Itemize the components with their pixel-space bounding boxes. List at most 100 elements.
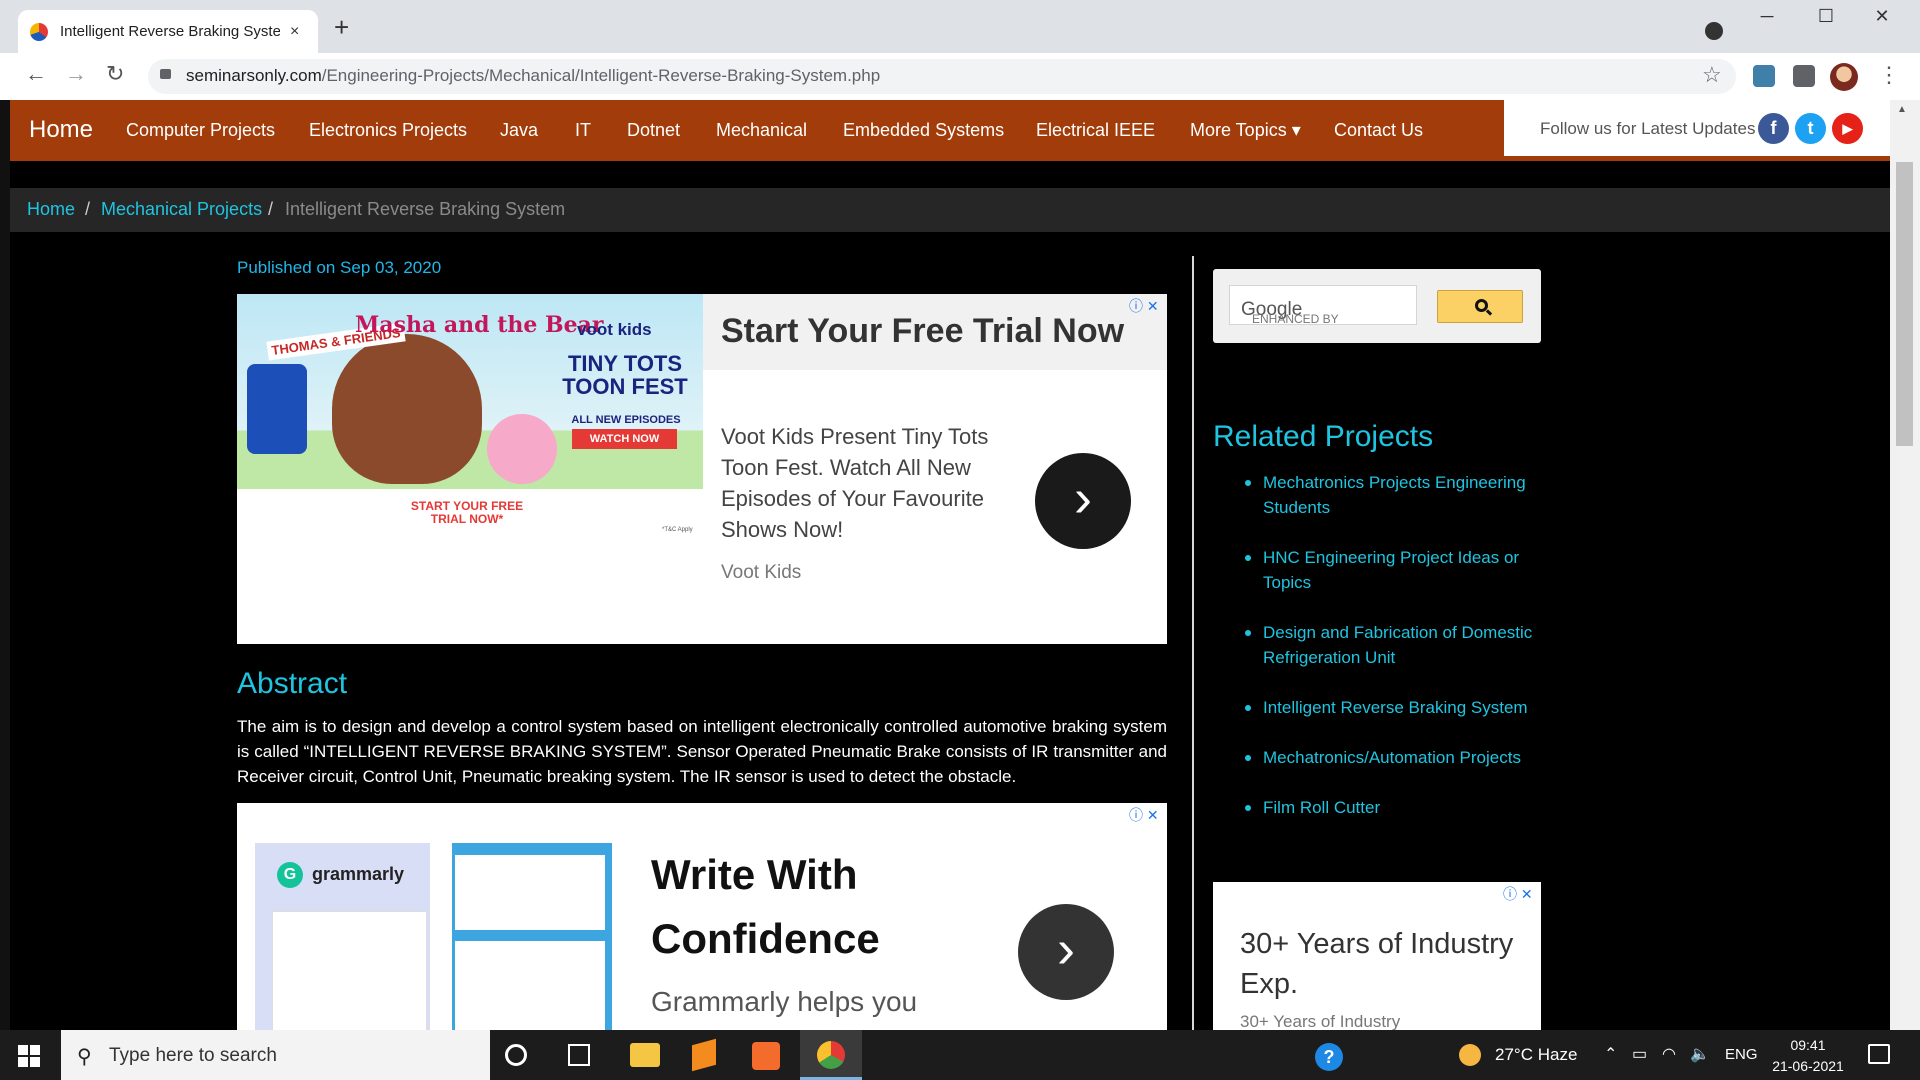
browser-titlebar: Intelligent Reverse Braking Syste × + ─ … <box>0 0 1920 53</box>
ad-headline-box[interactable]: Start Your Free Trial Now <box>703 294 1167 370</box>
grammarly-logo-icon: G <box>277 862 303 888</box>
extension-icon[interactable] <box>1753 65 1775 87</box>
browser-toolbar: ← → ↻ seminarsonly.com/Engineering-Proje… <box>0 53 1920 100</box>
search-button[interactable] <box>1437 290 1523 323</box>
taskbar-search-placeholder: Type here to search <box>109 1045 277 1066</box>
nav-more-topics-dropdown[interactable]: More Topics ▾ <box>1190 120 1301 141</box>
sublime-text-icon[interactable] <box>692 1038 716 1072</box>
ad-pig-illustration <box>487 414 557 484</box>
wifi-icon[interactable]: ◠ <box>1662 1044 1676 1064</box>
ad-headline[interactable]: 30+ Years of Industry Exp. <box>1240 924 1520 1004</box>
nav-embedded-systems[interactable]: Embedded Systems <box>843 120 1004 141</box>
task-view-icon[interactable] <box>568 1044 590 1066</box>
breadcrumb-mechanical-projects[interactable]: Mechanical Projects <box>101 199 262 220</box>
browser-tab[interactable]: Intelligent Reverse Braking Syste × <box>18 10 318 53</box>
ad-arrow-button[interactable]: › <box>1035 453 1131 549</box>
ad-headline-line2: Confidence <box>651 915 880 962</box>
url-text[interactable]: seminarsonly.com/Engineering-Projects/Me… <box>186 66 880 86</box>
chrome-icon[interactable] <box>817 1041 845 1069</box>
nav-dotnet[interactable]: Dotnet <box>627 120 680 141</box>
weather-sun-icon[interactable] <box>1459 1044 1481 1066</box>
battery-icon[interactable]: ▭ <box>1632 1044 1647 1064</box>
profile-avatar[interactable] <box>1830 63 1858 91</box>
back-button[interactable]: ← <box>25 63 47 85</box>
clock[interactable]: 09:41 21-06-2021 <box>1770 1035 1846 1077</box>
ad-subtext[interactable]: Grammarly helps you <box>651 986 917 1018</box>
youtube-icon[interactable]: ▶ <box>1832 113 1863 144</box>
ad-advertiser[interactable]: Voot Kids <box>721 562 801 584</box>
breadcrumb-home[interactable]: Home <box>27 199 75 220</box>
cortana-icon[interactable] <box>505 1044 527 1066</box>
ad-headline[interactable]: Start Your Free Trial Now <box>721 312 1124 351</box>
scroll-up-arrow-icon[interactable]: ▲ <box>1897 104 1907 115</box>
related-link[interactable]: HNC Engineering Project Ideas or Topics <box>1241 545 1541 595</box>
ad-image[interactable]: THOMAS & FRIENDS Masha and the Bear voot… <box>237 294 703 644</box>
nav-computer-projects[interactable]: Computer Projects <box>126 120 275 141</box>
nav-contact-us[interactable]: Contact Us <box>1334 120 1423 141</box>
related-link[interactable]: Design and Fabrication of Domestic Refri… <box>1241 620 1541 670</box>
clock-date: 21-06-2021 <box>1772 1058 1844 1074</box>
xampp-icon[interactable] <box>752 1042 780 1070</box>
windows-start-icon[interactable] <box>18 1045 40 1067</box>
reload-button[interactable]: ↻ <box>106 63 124 85</box>
url-path: /Engineering-Projects/Mechanical/Intelli… <box>321 66 881 85</box>
related-link[interactable]: Mechatronics Projects Engineering Studen… <box>1241 470 1541 520</box>
related-link[interactable]: Mechatronics/Automation Projects <box>1241 745 1541 770</box>
ad-subtext[interactable]: 30+ Years of Industry <box>1240 1012 1400 1030</box>
ad-body-text[interactable]: Voot Kids Present Tiny Tots Toon Fest. W… <box>721 421 1001 545</box>
twitter-icon[interactable]: t <box>1795 113 1826 144</box>
file-explorer-icon[interactable] <box>630 1043 660 1067</box>
language-indicator[interactable]: ENG <box>1725 1046 1758 1063</box>
tab-search-icon[interactable] <box>1705 22 1723 40</box>
extensions-puzzle-icon[interactable] <box>1793 65 1815 87</box>
related-projects-list: Mechatronics Projects Engineering Studen… <box>1241 470 1541 845</box>
nav-java[interactable]: Java <box>500 120 538 141</box>
adchoices-icon[interactable]: ⓘ ✕ <box>1503 884 1533 904</box>
nav-it[interactable]: IT <box>575 120 591 141</box>
ad-arrow-button[interactable]: › <box>1018 904 1114 1000</box>
scrollbar-thumb[interactable] <box>1896 162 1913 446</box>
search-input[interactable]: ENHANCED BY Google <box>1229 285 1417 326</box>
new-tab-button[interactable]: + <box>334 14 349 40</box>
facebook-icon[interactable]: f <box>1758 113 1789 144</box>
nav-mechanical[interactable]: Mechanical <box>716 120 807 141</box>
maximize-button[interactable]: ☐ <box>1806 6 1846 27</box>
ad-document-mockup <box>272 911 427 1030</box>
ad-card-mockup <box>455 941 605 1030</box>
window-edge <box>0 100 10 1030</box>
advertisement-voot-kids[interactable]: THOMAS & FRIENDS Masha and the Bear voot… <box>237 294 1167 644</box>
related-link[interactable]: Intelligent Reverse Braking System <box>1241 695 1541 720</box>
adchoices-icon[interactable]: ⓘ ✕ <box>1129 805 1159 825</box>
site-favicon-icon <box>30 22 48 41</box>
social-follow-box: Follow us for Latest Updates f t ▶ <box>1504 100 1890 156</box>
ad-fest-label: TINY TOTS TOON FEST <box>562 351 688 400</box>
advertisement-sidebar[interactable]: 30+ Years of Industry Exp. 30+ Years of … <box>1213 882 1541 1030</box>
nav-electronics-projects[interactable]: Electronics Projects <box>309 120 467 141</box>
tray-overflow-icon[interactable]: ⌃ <box>1604 1044 1617 1064</box>
close-window-button[interactable]: ✕ <box>1862 6 1902 27</box>
taskbar-search-box[interactable]: ⚲ Type here to search <box>61 1030 490 1080</box>
advertisement-grammarly[interactable]: G grammarly Write With Confidence Grammar… <box>237 803 1167 1030</box>
browser-menu-icon[interactable]: ⋮ <box>1878 62 1900 88</box>
nav-electrical-ieee[interactable]: Electrical IEEE <box>1036 120 1155 141</box>
help-icon[interactable]: ? <box>1315 1043 1343 1071</box>
breadcrumb-separator: / <box>268 199 274 219</box>
related-link[interactable]: Film Roll Cutter <box>1241 795 1541 820</box>
volume-icon[interactable]: 🔈 <box>1690 1044 1710 1064</box>
tab-close-icon[interactable]: × <box>290 23 299 41</box>
ad-bear-illustration <box>332 334 482 484</box>
forward-button[interactable]: → <box>65 63 87 85</box>
ad-tc-label: *T&C Apply <box>662 527 693 533</box>
bookmark-star-icon[interactable]: ☆ <box>1702 62 1722 88</box>
adchoices-icon[interactable]: ⓘ ✕ <box>1129 296 1159 316</box>
minimize-button[interactable]: ─ <box>1747 6 1787 27</box>
clock-time: 09:41 <box>1790 1037 1826 1053</box>
notification-icon[interactable] <box>1868 1044 1890 1064</box>
abstract-text: The aim is to design and develop a contr… <box>237 717 1167 786</box>
site-home-link[interactable]: Home <box>29 116 93 144</box>
ad-card-mockup <box>455 855 605 930</box>
ad-headline[interactable]: Write With Confidence <box>651 843 880 971</box>
weather-text[interactable]: 27°C Haze <box>1495 1045 1577 1065</box>
ad-voot-label: voot kids <box>577 320 652 339</box>
lock-icon[interactable] <box>160 69 171 79</box>
